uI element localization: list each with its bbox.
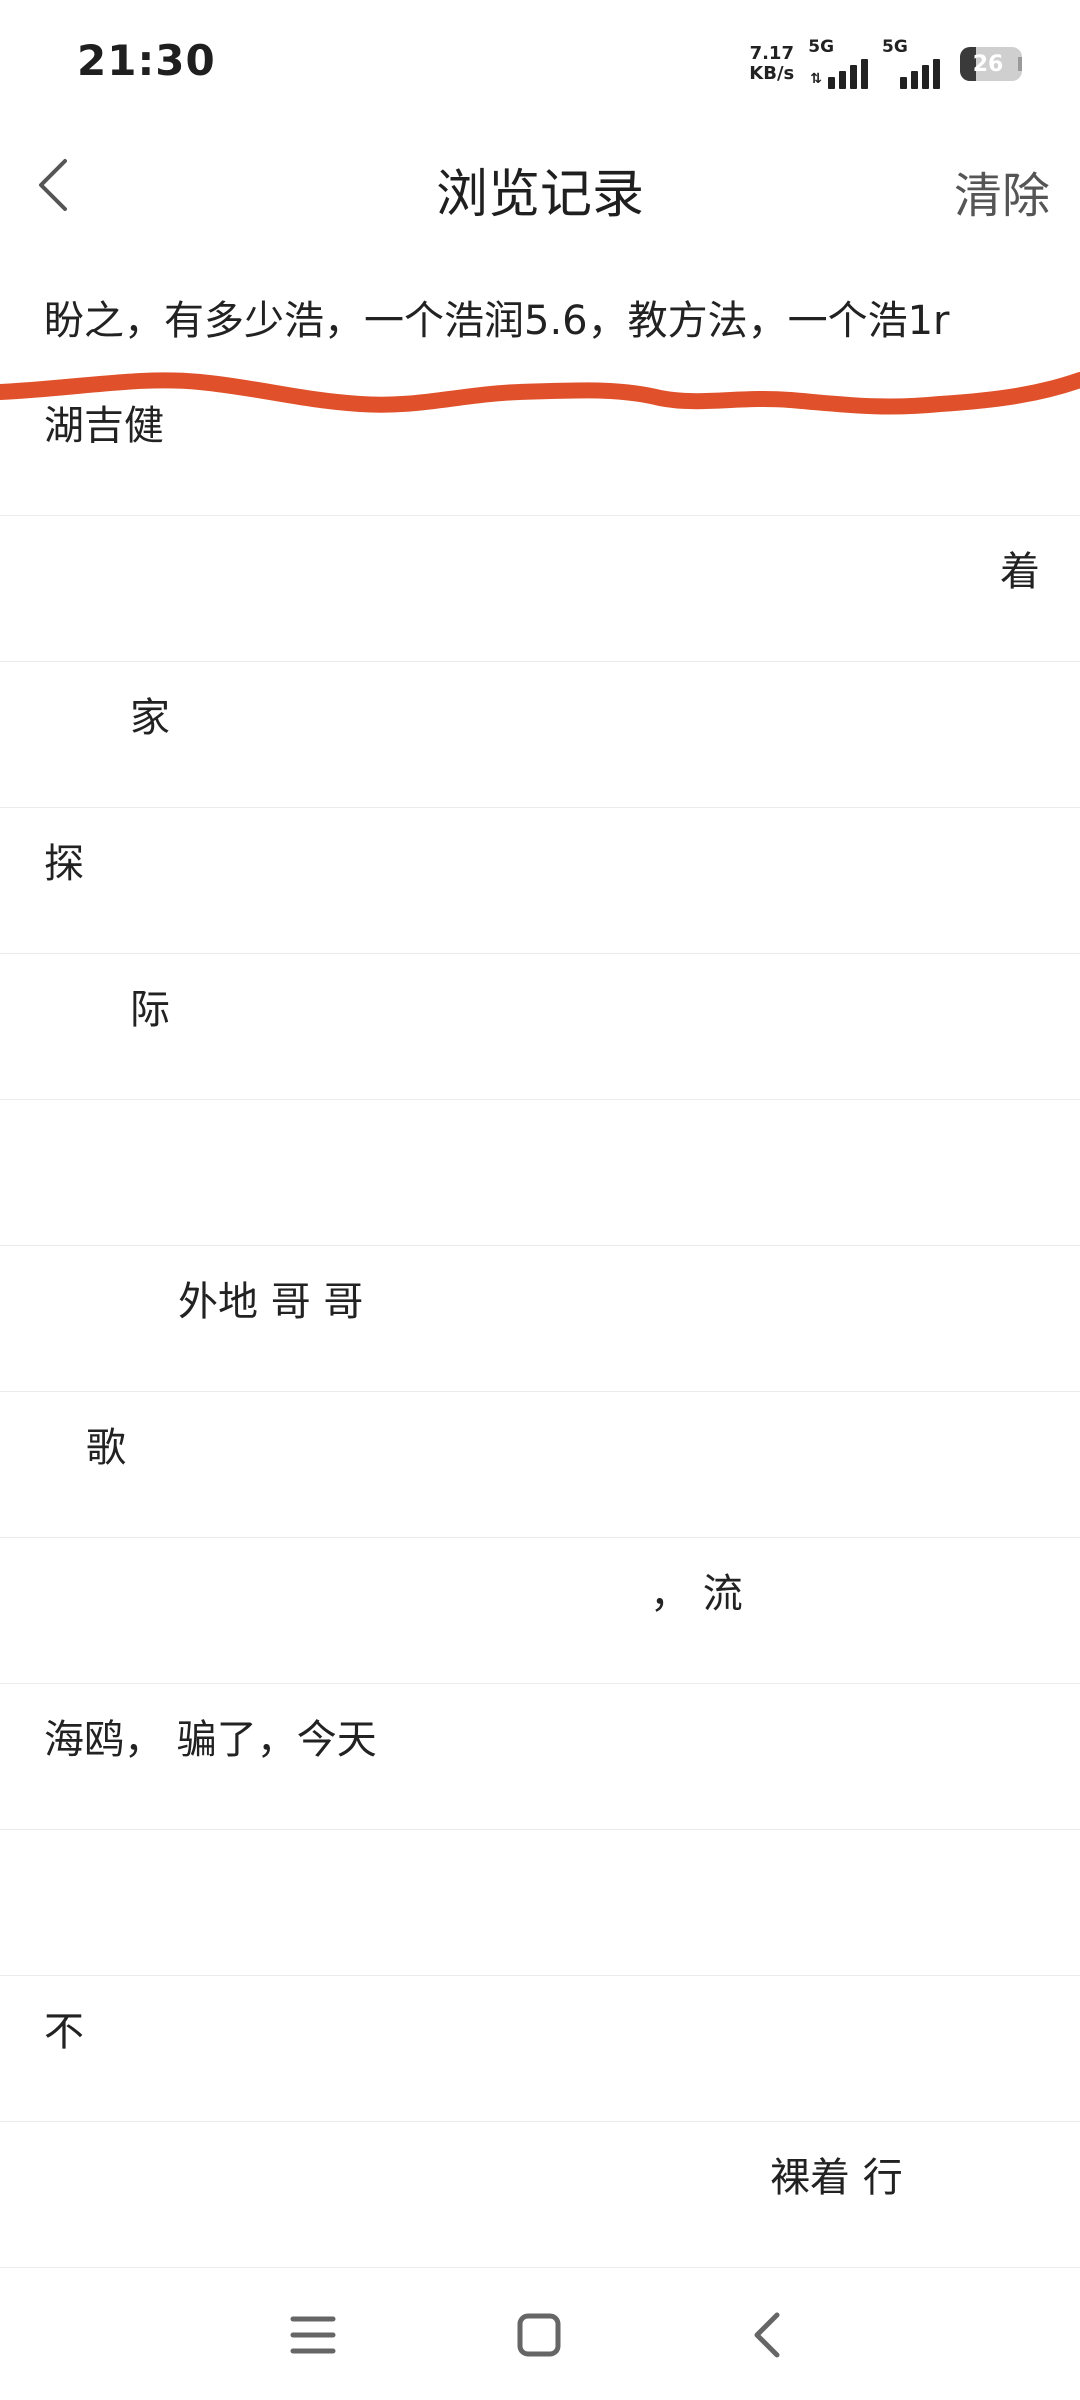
history-item[interactable]: 家 xyxy=(0,662,1080,808)
network-speed-value: 7.17 xyxy=(749,43,794,64)
history-item-text: 不 xyxy=(44,2009,84,2055)
status-bar: 21:30 7.17 KB/s 5G ⇅ 5G 26 xyxy=(0,0,1080,130)
sim1-signal-icon: 5G ⇅ xyxy=(808,37,868,89)
history-item[interactable] xyxy=(0,1830,1080,1976)
history-item[interactable]: 裸着 行 xyxy=(0,2122,1080,2268)
history-item[interactable]: 外地 哥 哥 xyxy=(0,1246,1080,1392)
history-item-text: 盼之，有多少浩，一个浩润5.6，教方法，一个浩1r xyxy=(44,298,950,344)
history-item[interactable]: 歌 xyxy=(0,1392,1080,1538)
sim1-label: 5G xyxy=(808,37,835,57)
system-navigation-bar xyxy=(0,2270,1080,2400)
menu-icon xyxy=(290,2316,336,2354)
history-item-text: 探 xyxy=(44,841,84,887)
data-arrows-icon: ⇅ xyxy=(810,71,822,87)
history-item-text: 外地 哥 哥 xyxy=(178,1279,364,1325)
history-item-text: ， 流 xyxy=(650,1571,743,1617)
status-icons: 7.17 KB/s 5G ⇅ 5G 26 xyxy=(749,36,1022,92)
history-item[interactable]: 盼之，有多少浩，一个浩润5.6，教方法，一个浩1r xyxy=(0,275,1080,370)
history-item-text: 裸着 行 xyxy=(770,2155,903,2201)
history-item[interactable]: 不 xyxy=(0,1976,1080,2122)
history-item[interactable]: 探 xyxy=(0,808,1080,954)
history-item-text: 湖吉健 xyxy=(44,403,164,449)
history-item[interactable]: ， 流 xyxy=(0,1538,1080,1684)
history-item[interactable]: 湖吉健 xyxy=(0,370,1080,516)
history-item[interactable] xyxy=(0,1100,1080,1246)
network-speed-unit: KB/s xyxy=(749,63,795,84)
recent-apps-button[interactable] xyxy=(268,2290,358,2380)
history-item-text: 海鸥， 骗了，今天 xyxy=(44,1717,377,1763)
history-item-text: 际 xyxy=(130,987,170,1033)
history-item[interactable]: 着 xyxy=(0,516,1080,662)
back-chevron-icon xyxy=(754,2312,780,2358)
home-square-icon xyxy=(517,2313,561,2357)
history-list: 盼之，有多少浩，一个浩润5.6，教方法，一个浩1r 湖吉健 着 家 探 际 外地… xyxy=(0,275,1080,2268)
page-title: 浏览记录 xyxy=(435,165,644,225)
history-item[interactable]: 海鸥， 骗了，今天 xyxy=(0,1684,1080,1830)
history-item-text: 家 xyxy=(130,695,170,741)
history-item-text: 歌 xyxy=(86,1425,126,1471)
battery-icon: 26 xyxy=(960,47,1022,81)
history-item-text: 着 xyxy=(1000,549,1040,595)
nav-back-button[interactable] xyxy=(722,2290,812,2380)
history-item[interactable]: 际 xyxy=(0,954,1080,1100)
app-header: 浏览记录 清除 xyxy=(0,130,1080,245)
clear-button[interactable]: 清除 xyxy=(954,156,1050,226)
sim2-label: 5G xyxy=(882,37,908,57)
battery-level: 26 xyxy=(972,51,1004,77)
status-time: 21:30 xyxy=(77,36,216,85)
sim2-signal-icon: 5G xyxy=(882,37,940,89)
home-button[interactable] xyxy=(494,2290,584,2380)
network-speed: 7.17 KB/s xyxy=(749,44,794,84)
